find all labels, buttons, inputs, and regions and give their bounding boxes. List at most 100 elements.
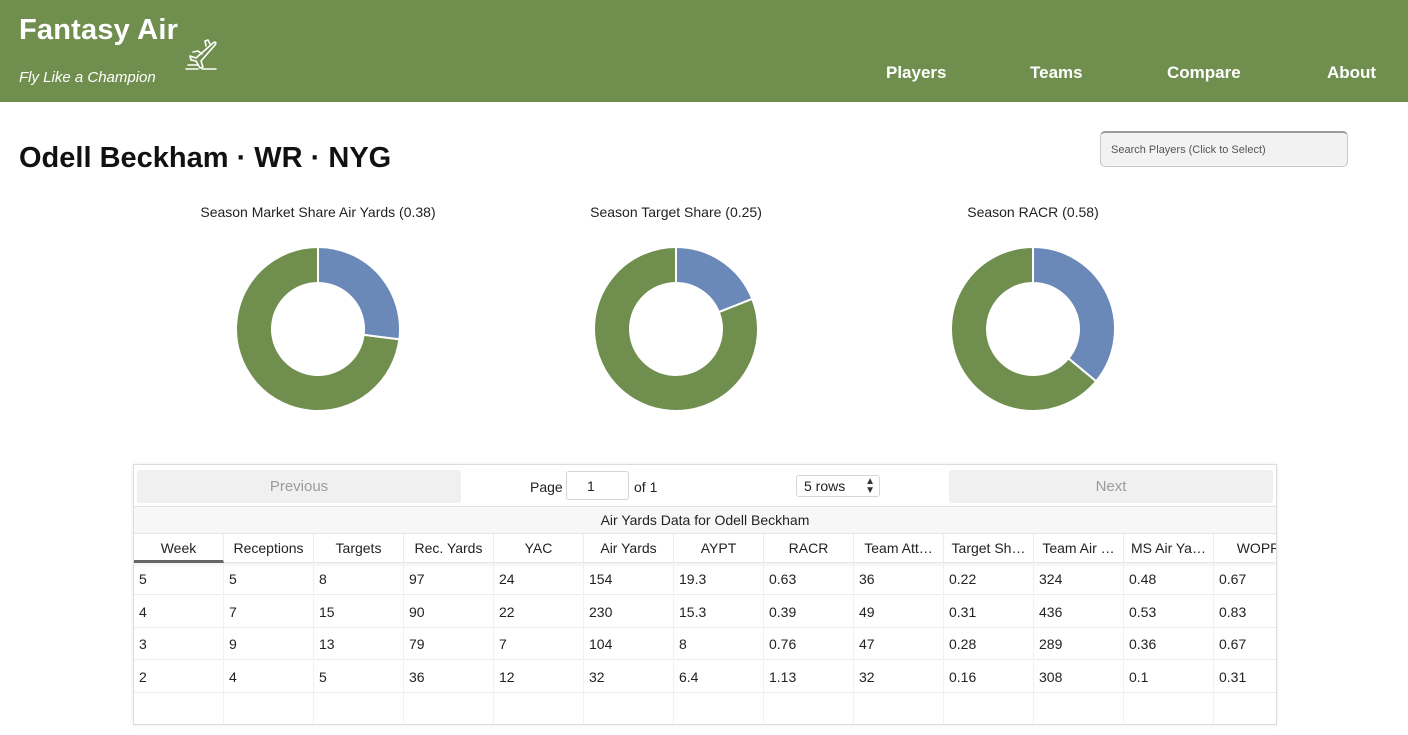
- column-header[interactable]: RACR: [764, 534, 854, 563]
- table-cell: 49: [854, 595, 944, 628]
- table-cell: 32: [854, 660, 944, 693]
- table-cell: 79: [404, 628, 494, 660]
- app-tagline: Fly Like a Champion: [19, 69, 156, 86]
- table-cell: 0.36: [1124, 628, 1214, 660]
- target-share-donut: [593, 246, 759, 412]
- table-cell: 0.76: [764, 628, 854, 660]
- column-header[interactable]: Target Sh…: [944, 534, 1034, 563]
- table-cell: 13: [314, 628, 404, 660]
- column-header[interactable]: AYPT: [674, 534, 764, 563]
- table-cell: 7: [494, 628, 584, 660]
- table-cell: 6.4: [674, 660, 764, 693]
- table-cell: 1.13: [764, 660, 854, 693]
- table-cell: [674, 693, 764, 724]
- table-cell: 90: [404, 595, 494, 628]
- table-cell: 0.39: [764, 595, 854, 628]
- table-cell: 308: [1034, 660, 1124, 693]
- table-row[interactable]: [134, 693, 1276, 724]
- table-cell: 12: [494, 660, 584, 693]
- column-header[interactable]: Rec. Yards: [404, 534, 494, 563]
- table-row[interactable]: 4 7 15 90 22 230 15.3 0.39 49 0.31 436 0.53 0.83: [134, 595, 1276, 628]
- page-number-input[interactable]: [566, 471, 629, 500]
- table-cell: 8: [674, 628, 764, 660]
- table-cell: 22: [494, 595, 584, 628]
- nav-teams[interactable]: Teams: [1030, 63, 1083, 83]
- page-label: Page: [530, 479, 563, 495]
- table-row[interactable]: 2 4 5 36 12 32 6.4 1.13 32 0.16 308 0.1 0.31: [134, 660, 1276, 693]
- column-header[interactable]: Team Air …: [1034, 534, 1124, 563]
- app-title[interactable]: Fantasy Air: [19, 14, 178, 47]
- air-yards-table: Previous Page of 1 5 rows ▲▼ Next Air Ya…: [133, 464, 1277, 725]
- column-header[interactable]: Week: [134, 534, 224, 563]
- table-cell: 289: [1034, 628, 1124, 660]
- table-cell: 0.28: [944, 628, 1034, 660]
- table-cell: 436: [1034, 595, 1124, 628]
- column-header[interactable]: Team Att…: [854, 534, 944, 563]
- column-header[interactable]: Receptions: [224, 534, 314, 563]
- player-title: Odell Beckham · WR · NYG: [19, 142, 392, 174]
- table-cell: 15.3: [674, 595, 764, 628]
- racr-donut: [950, 246, 1116, 412]
- table-cell: 15: [314, 595, 404, 628]
- table-cell: [854, 693, 944, 724]
- nav-players[interactable]: Players: [886, 63, 947, 83]
- table-cell: 0.22: [944, 563, 1034, 595]
- nav-compare[interactable]: Compare: [1167, 63, 1241, 83]
- table-cell: 0.31: [1214, 661, 1276, 693]
- table-cell: [584, 693, 674, 724]
- select-arrows-icon: ▲ ▼: [865, 476, 875, 496]
- table-cell: [494, 693, 584, 724]
- table-cell: [1034, 693, 1124, 724]
- table-cell: [314, 693, 404, 724]
- table-row[interactable]: 5 5 8 97 24 154 19.3 0.63 36 0.22 324 0.48 0.67: [134, 563, 1276, 595]
- table-cell: 0.1: [1124, 660, 1214, 693]
- donut-share-slice: [317, 246, 401, 341]
- table-cell: 5: [134, 563, 224, 595]
- player-search-input[interactable]: [1100, 131, 1348, 167]
- table-cell: 0.48: [1124, 563, 1214, 595]
- table-cell: 104: [584, 628, 674, 660]
- table-cell: 154: [584, 563, 674, 595]
- table-cell: 5: [224, 563, 314, 595]
- column-header[interactable]: YAC: [494, 534, 584, 563]
- donut-share-slice: [1032, 246, 1116, 383]
- column-header[interactable]: WOPR: [1214, 534, 1276, 563]
- nav-about[interactable]: About: [1327, 63, 1376, 83]
- table-cell: [134, 693, 224, 724]
- table-cell: [404, 693, 494, 724]
- target-share-chart-title: Season Target Share (0.25): [590, 204, 762, 220]
- table-cell: [224, 693, 314, 724]
- column-header[interactable]: Targets: [314, 534, 404, 563]
- table-cell: 9: [224, 628, 314, 660]
- rows-per-page-select[interactable]: 5 rows ▲ ▼: [796, 475, 880, 497]
- table-row[interactable]: 3 9 13 79 7 104 8 0.76 47 0.28 289 0.36 0.67: [134, 628, 1276, 660]
- table-cell: 0.63: [764, 563, 854, 595]
- column-header[interactable]: Air Yards: [584, 534, 674, 563]
- table-pagination: Previous Page of 1 5 rows ▲▼ Next: [134, 465, 1276, 507]
- airplane-icon: [185, 39, 217, 70]
- next-button[interactable]: Next: [949, 470, 1273, 503]
- table-cell: 5: [314, 660, 404, 693]
- table-cell: 7: [224, 595, 314, 628]
- table-cell: 3: [134, 628, 224, 660]
- column-header[interactable]: MS Air Ya…: [1124, 534, 1214, 563]
- table-cell: 4: [134, 595, 224, 628]
- market-share-donut: [235, 246, 401, 412]
- table-cell: 32: [584, 660, 674, 693]
- table-cell: 97: [404, 563, 494, 595]
- table-cell: 24: [494, 563, 584, 595]
- table-cell: [1214, 693, 1276, 724]
- table-cell: [944, 693, 1034, 724]
- rows-per-page-value: 5 rows: [804, 478, 846, 494]
- previous-button[interactable]: Previous: [137, 470, 461, 503]
- table-cell: [1124, 693, 1214, 724]
- table-cell: 230: [584, 595, 674, 628]
- table-cell: 324: [1034, 563, 1124, 595]
- table-cell: 8: [314, 563, 404, 595]
- donut-share-slice: [675, 246, 754, 314]
- table-cell: 36: [854, 563, 944, 595]
- market-share-chart-title: Season Market Share Air Yards (0.38): [200, 204, 436, 220]
- table-cell: [764, 693, 854, 724]
- table-cell: 4: [224, 660, 314, 693]
- table-cell: 0.16: [944, 660, 1034, 693]
